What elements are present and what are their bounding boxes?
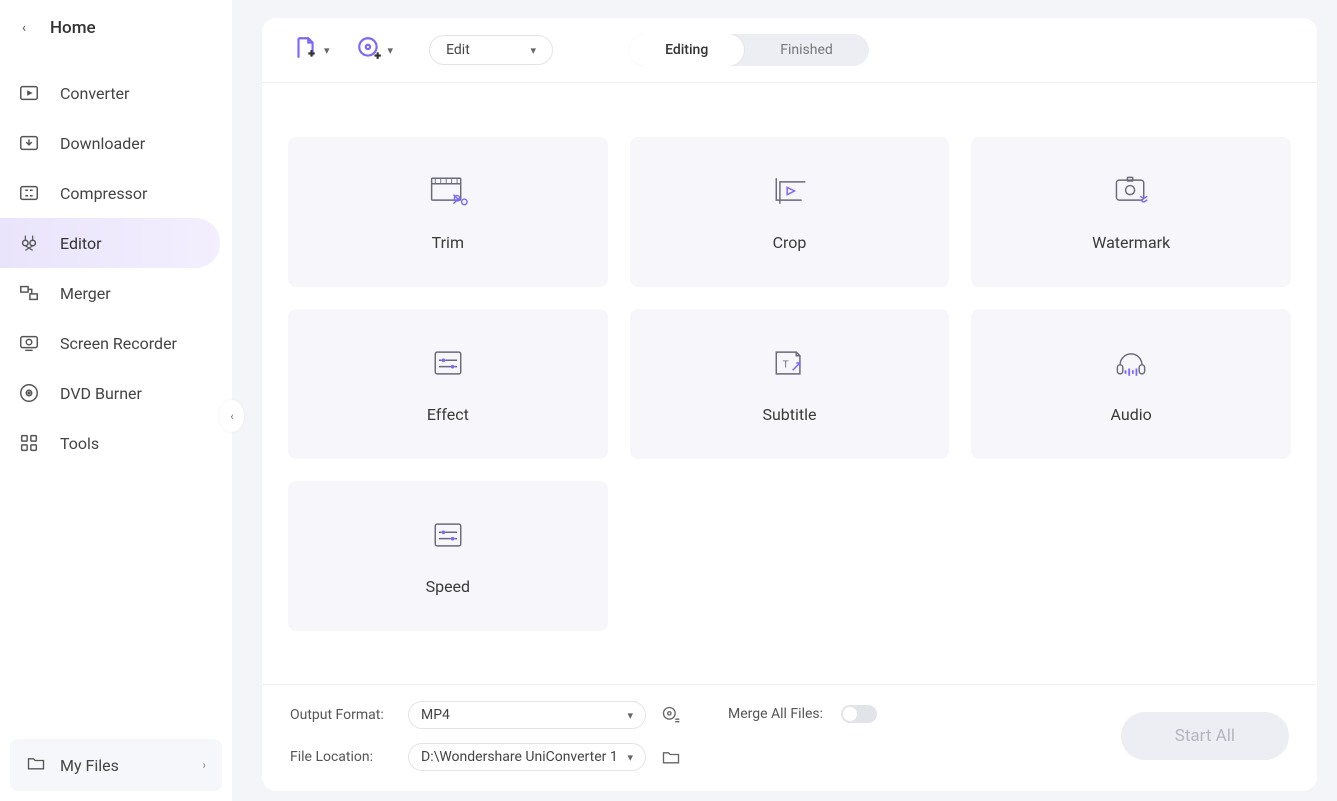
crop-icon	[769, 173, 809, 209]
nav: Converter Downloader Compressor Editor M…	[0, 56, 232, 729]
downloader-icon	[18, 132, 40, 154]
sidebar-item-merger[interactable]: Merger	[0, 268, 220, 318]
tile-label: Crop	[773, 233, 807, 252]
sidebar-item-editor[interactable]: Editor	[0, 218, 220, 268]
sidebar-item-label: Downloader	[60, 134, 145, 153]
file-location-value: D:\Wondershare UniConverter 1	[421, 749, 618, 765]
tile-label: Watermark	[1092, 233, 1170, 252]
tile-label: Effect	[427, 405, 469, 424]
start-all-button[interactable]: Start All	[1121, 712, 1289, 760]
chevron-down-icon: ▾	[627, 709, 633, 722]
footer: Output Format: MP4 ▾ File Location: D:\W…	[262, 684, 1317, 791]
chevron-down-icon: ▾	[531, 44, 537, 57]
tile-effect[interactable]: Effect	[288, 309, 608, 459]
editor-icon	[18, 232, 40, 254]
tile-label: Trim	[432, 233, 464, 252]
status-tabs: Editing Finished	[629, 34, 869, 66]
tile-label: Audio	[1111, 405, 1152, 424]
add-disc-dropdown[interactable]: ▾	[356, 35, 394, 65]
tool-grid: Trim Crop Watermark Effect	[262, 83, 1317, 651]
dvd-burner-icon	[18, 382, 40, 404]
tools-icon	[18, 432, 40, 454]
tile-speed[interactable]: Speed	[288, 481, 608, 631]
sidebar-item-compressor[interactable]: Compressor	[0, 168, 220, 218]
sidebar-item-label: Tools	[60, 434, 99, 453]
chevron-down-icon: ▾	[388, 44, 394, 57]
chevron-down-icon: ▾	[324, 44, 330, 57]
sidebar-item-label: Compressor	[60, 184, 147, 203]
tile-label: Speed	[426, 577, 470, 596]
tab-editing[interactable]: Editing	[629, 34, 744, 66]
trim-icon	[428, 173, 468, 209]
watermark-icon	[1111, 173, 1151, 209]
file-location-select[interactable]: D:\Wondershare UniConverter 1 ▾	[408, 743, 646, 771]
tab-finished[interactable]: Finished	[744, 34, 869, 66]
tile-crop[interactable]: Crop	[630, 137, 950, 287]
add-file-icon	[292, 35, 318, 65]
compressor-icon	[18, 182, 40, 204]
effect-icon	[428, 345, 468, 381]
svg-text:T: T	[783, 359, 789, 370]
output-format-value: MP4	[421, 707, 450, 723]
chevron-right-icon: ›	[202, 758, 206, 772]
sidebar-item-screen-recorder[interactable]: Screen Recorder	[0, 318, 220, 368]
toolbar: ▾ ▾ Edit ▾ Editing Finished	[262, 18, 1317, 83]
add-file-dropdown[interactable]: ▾	[292, 35, 330, 65]
tile-subtitle[interactable]: T Subtitle	[630, 309, 950, 459]
tile-trim[interactable]: Trim	[288, 137, 608, 287]
sidebar: ‹ Home Converter Downloader Compressor	[0, 0, 232, 801]
main: ▾ ▾ Edit ▾ Editing Finished	[232, 0, 1337, 801]
sidebar-item-label: Converter	[60, 84, 129, 103]
file-location-label: File Location:	[290, 749, 394, 765]
my-files-label: My Files	[60, 756, 119, 775]
tile-watermark[interactable]: Watermark	[971, 137, 1291, 287]
merge-toggle[interactable]	[841, 705, 877, 723]
tile-audio[interactable]: Audio	[971, 309, 1291, 459]
converter-icon	[18, 82, 40, 104]
sidebar-item-dvd-burner[interactable]: DVD Burner	[0, 368, 220, 418]
merge-label: Merge All Files:	[728, 706, 823, 722]
sidebar-item-label: Screen Recorder	[60, 334, 177, 353]
output-settings-button[interactable]	[660, 704, 682, 726]
sidebar-item-converter[interactable]: Converter	[0, 68, 220, 118]
chevron-left-icon: ‹	[22, 21, 26, 36]
screen-recorder-icon	[18, 332, 40, 354]
audio-icon	[1111, 345, 1151, 381]
output-format-select[interactable]: MP4 ▾	[408, 701, 646, 729]
collapse-sidebar-button[interactable]: ‹	[220, 400, 244, 432]
chevron-down-icon: ▾	[627, 751, 633, 764]
sidebar-item-label: Editor	[60, 234, 101, 253]
sidebar-item-downloader[interactable]: Downloader	[0, 118, 220, 168]
panel: ▾ ▾ Edit ▾ Editing Finished	[262, 18, 1317, 791]
sidebar-item-label: DVD Burner	[60, 384, 142, 403]
edit-mode-value: Edit	[446, 42, 470, 58]
chevron-left-icon: ‹	[230, 410, 233, 423]
speed-icon	[428, 517, 468, 553]
my-files-button[interactable]: My Files ›	[10, 739, 222, 791]
subtitle-icon: T	[769, 345, 809, 381]
sidebar-item-label: Merger	[60, 284, 111, 303]
edit-mode-select[interactable]: Edit ▾	[429, 35, 553, 65]
output-format-label: Output Format:	[290, 707, 394, 723]
tile-label: Subtitle	[762, 405, 816, 424]
home-link[interactable]: ‹ Home	[0, 0, 232, 56]
merger-icon	[18, 282, 40, 304]
add-disc-icon	[356, 35, 382, 65]
home-label: Home	[50, 18, 96, 38]
folder-icon	[26, 753, 46, 777]
sidebar-item-tools[interactable]: Tools	[0, 418, 220, 468]
open-folder-button[interactable]	[660, 746, 682, 768]
